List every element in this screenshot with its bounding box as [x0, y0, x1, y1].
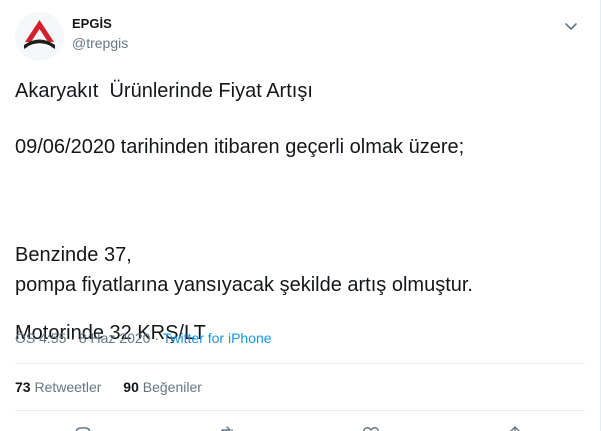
divider — [15, 363, 585, 364]
epgis-logo-icon — [15, 12, 64, 61]
reply-icon[interactable] — [73, 424, 93, 431]
likes-count: 90 — [123, 379, 139, 395]
author-handle[interactable]: @trepgis — [72, 35, 128, 51]
author-name[interactable]: EPGİS — [72, 16, 112, 31]
tweet-header: EPGİS @trepgis — [15, 12, 585, 62]
tweet-line: pompa fiyatlarına yansıyacak şekilde art… — [15, 274, 473, 296]
tweet-actions — [15, 420, 585, 431]
divider — [15, 410, 585, 411]
retweets-label: Retweetler — [34, 379, 102, 395]
tweet-line: 09/06/2020 tarihinden itibaren geçerli o… — [15, 136, 465, 158]
tweet-line: Akaryakıt Ürünlerinde Fiyat Artışı — [15, 80, 313, 102]
tweet-text: Akaryakıt Ürünlerinde Fiyat Artışı 09/06… — [15, 78, 585, 344]
tweet-meta: ÖS 4:55 · 8 Haz 2020 · Twitter for iPhon… — [15, 330, 272, 346]
tweet-line: Benzinde 37, — [15, 244, 132, 266]
tweet-date[interactable]: 8 Haz 2020 — [79, 330, 151, 346]
tweet-price-block: Benzinde 37, Motorinde 32 KRŞ/LT — [15, 190, 585, 344]
tweet-time[interactable]: ÖS 4:55 — [15, 330, 66, 346]
meta-separator: · — [150, 330, 163, 346]
retweets-stat[interactable]: 73 Retweetler — [15, 379, 101, 395]
retweets-count: 73 — [15, 379, 31, 395]
caret-down-icon[interactable] — [561, 16, 581, 36]
avatar[interactable] — [15, 12, 64, 61]
likes-label: Beğeniler — [142, 379, 202, 395]
likes-stat[interactable]: 90 Beğeniler — [123, 379, 202, 395]
tweet-card: EPGİS @trepgis Akaryakıt Ürünlerinde Fiy… — [0, 0, 601, 431]
tweet-stats: 73 Retweetler 90 Beğeniler — [15, 379, 220, 395]
meta-separator: · — [66, 330, 79, 346]
retweet-icon[interactable] — [217, 424, 237, 431]
share-icon[interactable] — [505, 424, 525, 431]
tweet-source-link[interactable]: Twitter for iPhone — [163, 330, 272, 346]
like-icon[interactable] — [361, 424, 381, 431]
